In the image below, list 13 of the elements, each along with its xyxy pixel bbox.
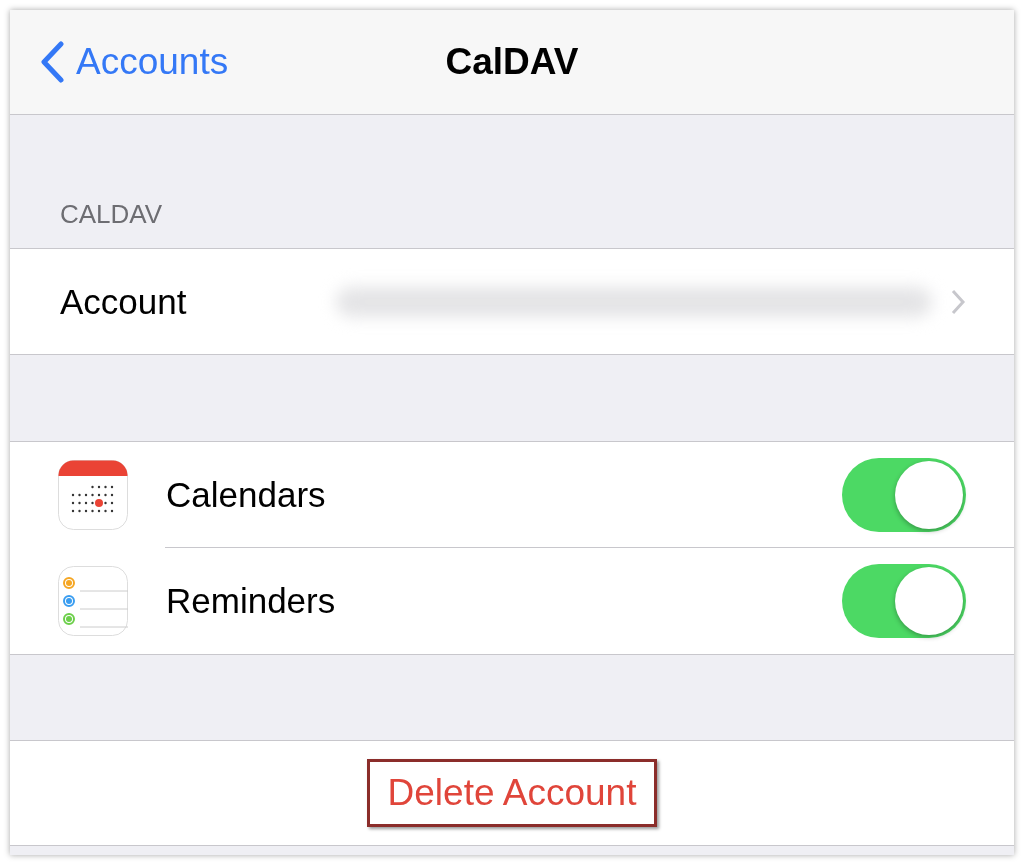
delete-account-button[interactable]: Delete Account [366, 759, 658, 827]
toggle-switch[interactable] [842, 458, 966, 532]
reminders-icon [58, 566, 128, 636]
toggle-switch[interactable] [842, 564, 966, 638]
back-chevron-icon [40, 41, 64, 83]
section-header: CALDAV [60, 199, 163, 230]
account-label: Account [60, 281, 187, 322]
nav-title: CalDAV [445, 41, 579, 82]
back-button[interactable]: Accounts [40, 41, 229, 83]
chevron-icon[interactable] [950, 287, 966, 316]
calendar-icon [58, 460, 128, 530]
toggle-label: Reminders [166, 581, 336, 621]
toggle-label: Calendars [166, 475, 326, 515]
